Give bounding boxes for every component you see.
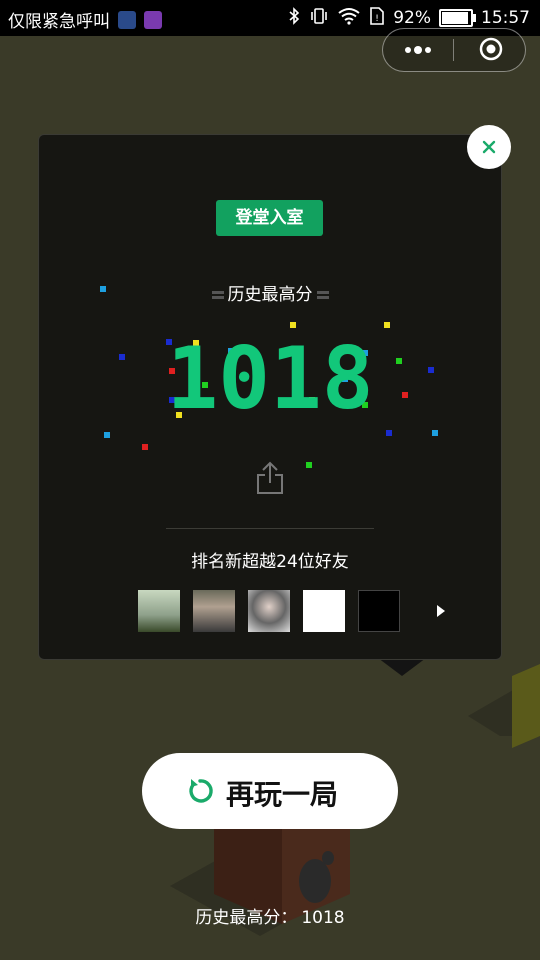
friend-avatar[interactable]: [138, 590, 180, 632]
play-arrow-icon[interactable]: [436, 604, 446, 618]
score-value: 1018: [166, 336, 373, 416]
close-icon: [482, 140, 496, 154]
clock: 15:57: [481, 8, 530, 28]
mini-program-capsule: [382, 28, 526, 72]
sim-icon: !: [369, 7, 385, 29]
brown-cube-decor: [299, 859, 331, 903]
footer-label: 历史最高分：: [195, 908, 298, 928]
replay-label: 再玩一局: [226, 778, 339, 811]
rank-text: 排名新超越24位好友: [191, 552, 349, 572]
vibrate-icon: [309, 7, 329, 29]
high-score: 1018: [150, 329, 390, 429]
share-icon[interactable]: [256, 461, 284, 495]
panel-divider: [166, 528, 374, 529]
rank-badge: 登堂入室: [216, 200, 323, 236]
replay-button[interactable]: 再玩一局: [142, 753, 398, 829]
brown-cube-decor: [322, 851, 334, 865]
friend-avatar[interactable]: [358, 590, 400, 632]
battery-icon: [439, 9, 476, 27]
friend-avatar[interactable]: [303, 590, 345, 632]
more-dots-icon[interactable]: [403, 38, 433, 62]
capsule-divider: [453, 39, 454, 61]
label-deco-left: [211, 291, 224, 299]
carrier-text: 仅限紧急呼叫: [8, 12, 110, 32]
score-digits: 1018: [166, 329, 373, 429]
label-deco-right: [316, 291, 329, 299]
friend-avatar[interactable]: [193, 590, 235, 632]
yellow-cube: [512, 664, 540, 748]
target-circle-icon[interactable]: [479, 37, 503, 61]
history-label: 历史最高分: [200, 280, 340, 305]
footer-high-score: 历史最高分： 1018: [0, 903, 540, 928]
friend-avatar[interactable]: [248, 590, 290, 632]
history-label-text: 历史最高分: [227, 285, 313, 305]
battery-percent: 92%: [393, 8, 431, 28]
gallery-notification-icon: [144, 10, 162, 29]
replay-icon: [189, 779, 213, 803]
svg-text:!: !: [375, 14, 379, 24]
app-notification-icon: [118, 10, 136, 29]
wifi-icon: [337, 7, 361, 29]
bluetooth-icon: [287, 7, 301, 29]
footer-value: 1018: [301, 908, 345, 928]
close-button[interactable]: [467, 125, 511, 169]
